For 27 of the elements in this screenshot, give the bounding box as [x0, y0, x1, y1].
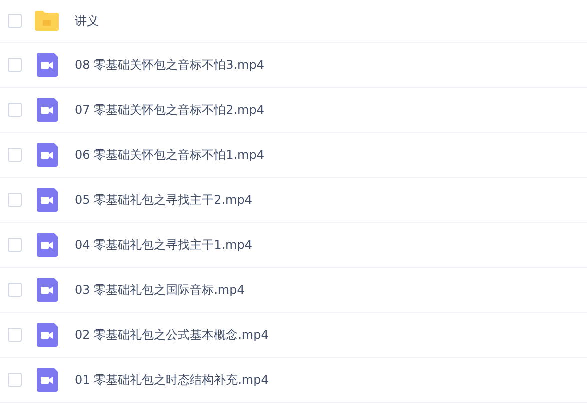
checkbox[interactable] [8, 58, 22, 72]
video-file-icon [36, 323, 58, 347]
file-name[interactable]: 02 零基础礼包之公式基本概念.mp4 [75, 326, 269, 344]
file-name[interactable]: 05 零基础礼包之寻找主干2.mp4 [75, 192, 252, 208]
video-file-icon [36, 368, 58, 392]
checkbox[interactable] [8, 238, 22, 252]
file-name[interactable]: 07 零基础关怀包之音标不怕2.mp4 [75, 102, 264, 118]
video-file-icon [36, 53, 58, 77]
checkbox[interactable] [8, 328, 22, 342]
video-file-icon [36, 188, 58, 212]
file-name[interactable]: 03 零基础礼包之国际音标.mp4 [75, 282, 245, 298]
checkbox[interactable] [8, 283, 22, 297]
checkbox[interactable] [8, 373, 22, 387]
file-name[interactable]: 04 零基础礼包之寻找主干1.mp4 [75, 236, 252, 254]
file-name[interactable]: 讲义 [75, 12, 99, 30]
file-name[interactable]: 06 零基础关怀包之音标不怕1.mp4 [75, 146, 264, 164]
checkbox[interactable] [8, 14, 22, 28]
video-file-icon [36, 233, 58, 257]
checkbox[interactable] [8, 103, 22, 117]
video-file-icon [36, 98, 58, 122]
checkbox[interactable] [8, 148, 22, 162]
file-name[interactable]: 01 零基础礼包之时态结构补充.mp4 [75, 372, 269, 388]
checkbox[interactable] [8, 193, 22, 207]
folder-icon [35, 11, 59, 31]
file-name[interactable]: 08 零基础关怀包之音标不怕3.mp4 [75, 56, 264, 74]
video-file-icon [36, 143, 58, 167]
video-file-icon [36, 278, 58, 302]
